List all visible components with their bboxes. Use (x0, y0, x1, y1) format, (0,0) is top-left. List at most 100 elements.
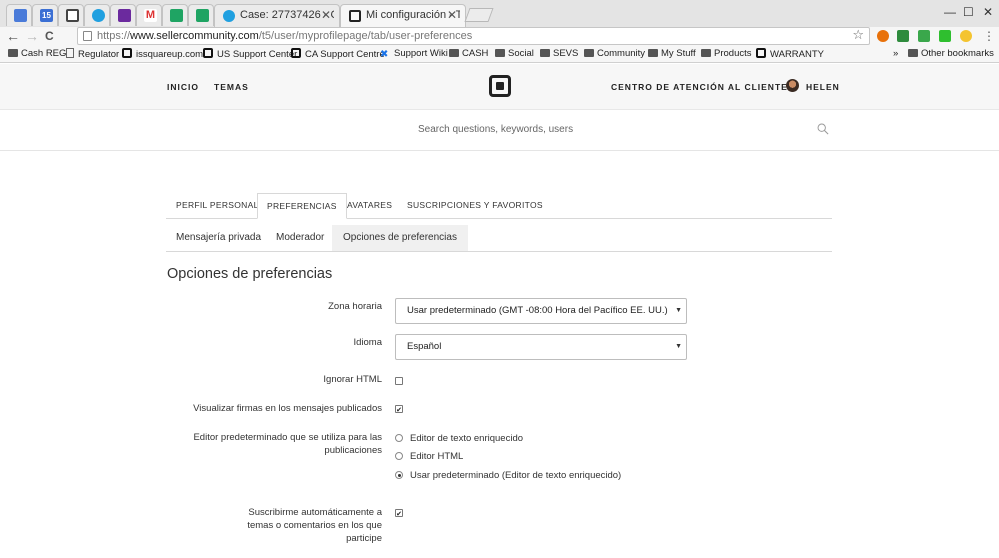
bookmark-star-icon[interactable]: ☆ (852, 27, 864, 43)
nav-inicio[interactable]: INICIO (167, 82, 199, 92)
folder-icon (908, 49, 918, 57)
new-tab-button[interactable] (464, 8, 494, 22)
bookmark-item[interactable]: Community (584, 48, 645, 60)
bookmark-item[interactable]: SEVS (540, 48, 578, 60)
editor-rich-text-radio[interactable] (395, 434, 403, 442)
tab-preferencias[interactable]: PREFERENCIAS (257, 193, 347, 219)
nav-temas[interactable]: TEMAS (214, 82, 249, 92)
avatar[interactable] (786, 79, 799, 92)
search-bar[interactable]: Search questions, keywords, users (0, 111, 999, 151)
pinned-tab-app[interactable] (110, 4, 136, 26)
other-bookmarks[interactable]: Other bookmarks (908, 48, 994, 60)
menu-icon[interactable]: ⋮ (983, 28, 995, 44)
show-signatures-checkbox[interactable] (395, 405, 403, 413)
minimize-button[interactable]: — (944, 5, 956, 19)
folder-icon (8, 49, 18, 57)
editor-html-label[interactable]: Editor HTML (410, 451, 463, 462)
close-tab-icon[interactable]: ✕ (321, 8, 331, 22)
extension-icon[interactable] (918, 30, 930, 42)
folder-icon (648, 49, 658, 57)
section-title: Opciones de preferencias (167, 266, 333, 282)
close-tab-icon[interactable]: ✕ (447, 8, 457, 22)
subtab-opciones-preferencias[interactable]: Opciones de preferencias (332, 225, 468, 251)
tab-perfil-personal[interactable]: PERFIL PERSONAL (176, 193, 259, 219)
auto-subscribe-checkbox[interactable] (395, 509, 403, 517)
browser-toolbar: ← → C https://www.sellercommunity.com/t5… (0, 27, 999, 46)
editor-html-radio[interactable] (395, 452, 403, 460)
tab-case[interactable]: Case: 27737426 - Console ✕ (214, 4, 340, 27)
bookmark-item[interactable]: WARRANTY (756, 48, 824, 61)
dropdown-caret-icon: ▼ (675, 307, 682, 314)
emoji-extension-icon[interactable] (960, 30, 972, 42)
tab-avatares[interactable]: AVATARES (347, 193, 392, 219)
editor-default-radio[interactable] (395, 471, 403, 479)
folder-icon (584, 49, 594, 57)
pinned-tab-sheets-2[interactable] (188, 4, 214, 26)
bookmarks-bar: Cash REG Regulator issquareup.com US Sup… (0, 46, 999, 63)
editor-default-label[interactable]: Usar predeterminado (Editor de texto enr… (410, 470, 621, 481)
ignore-html-checkbox[interactable] (395, 377, 403, 385)
show-signatures-label: Visualizar firmas en los mensajes public… (193, 403, 382, 414)
search-input[interactable]: Search questions, keywords, users (418, 124, 573, 135)
pinned-tab-calendar[interactable]: 15 (32, 4, 58, 26)
address-bar[interactable]: https://www.sellercommunity.com/t5/user/… (77, 27, 870, 45)
customer-center-link[interactable]: CENTRO DE ATENCIÓN AL CLIENTE (611, 82, 788, 92)
bookmark-item[interactable]: issquareup.com (122, 48, 203, 61)
lock-icon (83, 31, 92, 41)
square-logo-icon[interactable] (489, 75, 511, 97)
tab-my-settings[interactable]: Mi configuración - The Se ✕ (340, 4, 466, 27)
square-icon (291, 48, 301, 58)
user-name[interactable]: HELEN (806, 82, 840, 92)
timezone-select[interactable]: Usar predeterminado (GMT -08:00 Hora del… (395, 298, 687, 324)
bookmark-item[interactable]: Regulator (66, 48, 119, 61)
search-icon[interactable] (817, 123, 829, 135)
subtab-mensajeria-privada[interactable]: Mensajería privada (176, 225, 261, 251)
language-value: Español (407, 341, 442, 352)
bookmark-item[interactable]: Products (701, 48, 752, 60)
square-icon (122, 48, 132, 58)
sheets-icon (170, 9, 183, 22)
salesforce-icon (223, 10, 235, 22)
maximize-button[interactable]: ☐ (963, 5, 974, 19)
back-button[interactable]: ← (6, 28, 20, 44)
pinned-tab-messages[interactable] (6, 4, 32, 26)
app-icon (118, 9, 131, 22)
square-icon (349, 10, 361, 22)
square-icon (756, 48, 766, 58)
address-url: https://www.sellercommunity.com/t5/user/… (97, 30, 473, 42)
confluence-icon: ✖ (380, 49, 389, 60)
bookmark-item[interactable]: My Stuff (648, 48, 696, 60)
salesforce-icon (92, 9, 105, 22)
pinned-tab-salesforce[interactable] (84, 4, 110, 26)
timezone-label: Zona horaria (328, 301, 382, 312)
extension-icon[interactable] (939, 30, 951, 42)
forward-button[interactable]: → (25, 28, 39, 44)
subtab-moderador[interactable]: Moderador (276, 225, 324, 251)
timezone-value: Usar predeterminado (GMT -08:00 Hora del… (407, 305, 668, 316)
pinned-tab-square[interactable] (58, 4, 84, 26)
bookmark-item[interactable]: US Support Center (203, 48, 297, 61)
pinned-tab-sheets[interactable] (162, 4, 188, 26)
close-window-button[interactable]: ✕ (983, 5, 993, 19)
language-select[interactable]: Español ▼ (395, 334, 687, 360)
browser-tab-strip: 15 M Case: 27737426 - Console ✕ Mi confi… (0, 0, 999, 27)
extension-icon[interactable] (877, 30, 889, 42)
page-icon (66, 48, 74, 58)
bookmark-item[interactable]: Social (495, 48, 534, 60)
auto-subscribe-label: Suscribirme automáticamente a temas o co… (247, 507, 382, 544)
tab-title: Case: 27737426 - Console (240, 9, 334, 21)
bookmark-item[interactable]: CASH (449, 48, 488, 60)
bookmarks-overflow-button[interactable]: » (893, 48, 898, 60)
folder-icon (449, 49, 459, 57)
pinned-tab-gmail[interactable]: M (136, 4, 162, 26)
bookmark-item[interactable]: CA Support Centre (291, 48, 385, 61)
bookmark-item[interactable]: ✖ Support Wiki (380, 48, 448, 60)
default-editor-label: Editor predeterminado que se utiliza par… (193, 432, 382, 456)
ignore-html-label: Ignorar HTML (323, 374, 382, 385)
reload-button[interactable]: C (45, 28, 54, 44)
preference-sub-tabs: Mensajería privada Moderador Opciones de… (166, 225, 832, 252)
editor-rich-text-label[interactable]: Editor de texto enriquecido (410, 433, 523, 444)
bookmark-item[interactable]: Cash REG (8, 48, 66, 60)
extension-icon[interactable] (897, 30, 909, 42)
tab-suscripciones-favoritos[interactable]: SUSCRIPCIONES Y FAVORITOS (407, 193, 543, 219)
